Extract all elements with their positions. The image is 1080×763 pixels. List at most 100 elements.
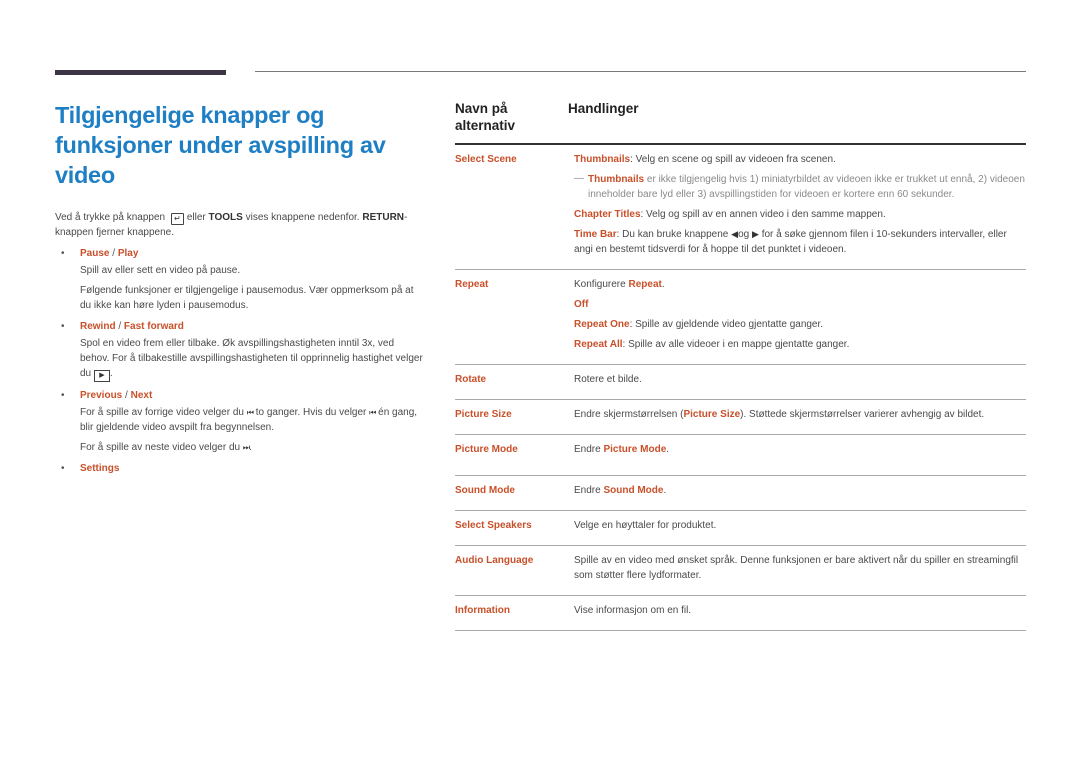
function-item-pause-play: • Pause / Play Spill av eller sett en vi…: [55, 246, 425, 313]
thumbnails-text: : Velg en scene og spill av videoen fra …: [630, 154, 836, 165]
right-arrow-icon: ▶: [751, 229, 759, 239]
function-description: Spill av eller sett en video på pause.: [80, 265, 241, 276]
skip-back-icon: ⏮: [369, 408, 376, 417]
period: .: [109, 368, 113, 379]
note-dash-icon: —: [574, 173, 584, 184]
chapter-titles-label: Chapter Titles: [574, 209, 641, 220]
intro-part-3: vises knappene nedenfor.: [245, 212, 360, 223]
action-line: Rotere et bilde.: [574, 374, 642, 385]
action-line: Time Bar: Du kan bruke knappene ◀og ▶ fo…: [574, 227, 1026, 257]
action-line: Vise informasjon om en fil.: [574, 605, 692, 616]
option-name: Repeat: [455, 279, 489, 290]
intro-part-2: eller: [186, 212, 206, 223]
time-bar-og: og: [738, 229, 750, 240]
table-row-picture-size: Picture Size Endre skjermstørrelsen (Pic…: [455, 400, 1026, 435]
picture-size-text-a: Endre skjermstørrelsen (: [574, 409, 684, 420]
action-line: Off: [574, 297, 1026, 312]
repeat-label: Repeat: [628, 279, 662, 290]
function-description: For å spille av forrige video velger du …: [80, 405, 425, 435]
thumbnails-note: — Thumbnails er ikke tilgjengelig hvis 1)…: [574, 172, 1026, 202]
note-label: Thumbnails: [588, 174, 645, 185]
table-row-information: Information Vise informasjon om en fil.: [455, 596, 1026, 631]
previous-description-b: to ganger. Hvis du velger: [255, 407, 367, 418]
option-name: Information: [455, 605, 510, 616]
function-description: For å spille av neste video velger du ⏭.: [80, 440, 425, 455]
time-bar-text-a: : Du kan bruke knappene: [616, 229, 729, 240]
title-separator: /: [115, 321, 124, 332]
option-name: Sound Mode: [455, 485, 515, 496]
action-line: Endre Sound Mode.: [574, 483, 1026, 498]
bullet-icon: •: [61, 321, 65, 332]
rewind-description: Spol en video frem eller tilbake. Øk avs…: [80, 338, 423, 379]
option-name: Audio Language: [455, 555, 534, 566]
option-actions: Endre Sound Mode.: [574, 483, 1026, 498]
title-separator: /: [109, 248, 118, 259]
table-row-audio-language: Audio Language Spille av en video med øn…: [455, 546, 1026, 596]
option-actions: Konfigurere Repeat. Off Repeat One: Spil…: [574, 277, 1026, 352]
bullet-icon: •: [61, 463, 65, 474]
settings-label: Settings: [80, 463, 120, 474]
table-row-select-speakers: Select Speakers Velge en høyttaler for p…: [455, 511, 1026, 546]
column-header-option-name: Navn på alternativ: [455, 101, 516, 133]
option-actions: Spille av en video med ønsket språk. Den…: [574, 553, 1026, 583]
pause-label: Pause: [80, 248, 110, 259]
action-line: Endre Picture Mode.: [574, 442, 1026, 457]
previous-description-a: For å spille av forrige video velger du: [80, 407, 244, 418]
period: .: [661, 279, 665, 290]
action-line: Repeat One: Spille av gjeldende video gj…: [574, 317, 1026, 332]
fast-forward-label: Fast forward: [123, 321, 184, 332]
option-name: Rotate: [455, 374, 487, 385]
sound-mode-label: Sound Mode: [603, 485, 664, 496]
action-line: Konfigurere Repeat.: [574, 277, 1026, 292]
option-actions: Velge en høyttaler for produktet.: [574, 518, 1026, 533]
previous-label: Previous: [80, 390, 123, 401]
chapter-titles-text: : Velg og spill av en annen video i den …: [640, 209, 886, 220]
time-bar-label: Time Bar: [574, 229, 617, 240]
thumbnails-label: Thumbnails: [574, 154, 631, 165]
action-line: Velge en høyttaler for produktet.: [574, 520, 717, 531]
header-accent-bar: [55, 70, 226, 75]
play-button-icon: ▶: [93, 370, 110, 382]
function-title: Rewind / Fast forward: [80, 319, 425, 334]
column-header-actions: Handlinger: [568, 101, 639, 116]
action-line: Thumbnails: Velg en scene og spill av vi…: [574, 152, 1026, 167]
action-line: Repeat All: Spille av alle videoer i en …: [574, 337, 1026, 352]
table-row-select-scene: Select Scene Thumbnails: Velg en scene o…: [455, 145, 1026, 270]
bullet-icon: •: [61, 248, 65, 259]
bullet-icon: •: [61, 390, 65, 401]
repeat-one-label: Repeat One: [574, 319, 630, 330]
left-column: Tilgjengelige knapper og funksjoner unde…: [55, 100, 425, 482]
function-item-rewind-fast-forward: • Rewind / Fast forward Spol en video fr…: [55, 319, 425, 382]
note-text: er ikke tilgjengelig hvis 1) miniatyrbil…: [588, 174, 1025, 200]
function-description: Spol en video frem eller tilbake. Øk avs…: [80, 336, 425, 382]
repeat-off-label: Off: [574, 299, 589, 310]
picture-size-text-c: ). Støttede skjermstørrelser varierer av…: [740, 409, 985, 420]
option-actions: Vise informasjon om en fil.: [574, 603, 1026, 618]
rewind-label: Rewind: [80, 321, 116, 332]
function-item-previous-next: • Previous / Next For å spille av forrig…: [55, 388, 425, 455]
option-actions: Endre skjermstørrelsen (Picture Size). S…: [574, 407, 1026, 422]
sound-mode-text: Endre: [574, 485, 604, 496]
function-title: Pause / Play: [80, 246, 425, 261]
table-row-picture-mode: Picture Mode Endre Picture Mode.: [455, 435, 1026, 476]
enter-icon: ↵: [170, 213, 184, 225]
repeat-all-label: Repeat All: [574, 339, 623, 350]
next-label: Next: [130, 390, 153, 401]
skip-back-icon: ⏮: [246, 408, 254, 417]
option-actions: Rotere et bilde.: [574, 372, 1026, 387]
table-row-sound-mode: Sound Mode Endre Sound Mode.: [455, 476, 1026, 511]
period: .: [666, 444, 670, 455]
function-title: Previous / Next: [80, 388, 425, 403]
option-name: Picture Mode: [455, 444, 518, 455]
period: .: [249, 442, 252, 453]
play-label: Play: [117, 248, 139, 259]
intro-text: Ved å trykke på knappen ↵ eller TOOLS vis…: [55, 210, 425, 240]
function-title: Settings: [80, 461, 425, 476]
next-description: For å spille av neste video velger du: [80, 442, 241, 453]
table-row-rotate: Rotate Rotere et bilde.: [455, 365, 1026, 400]
option-actions: Endre Picture Mode.: [574, 442, 1026, 457]
table-header: Navn på alternativ Handlinger: [455, 100, 1026, 145]
page-title: Tilgjengelige knapper og funksjoner unde…: [55, 102, 386, 188]
option-name: Picture Size: [455, 409, 512, 420]
return-key-label: RETURN: [362, 212, 405, 223]
